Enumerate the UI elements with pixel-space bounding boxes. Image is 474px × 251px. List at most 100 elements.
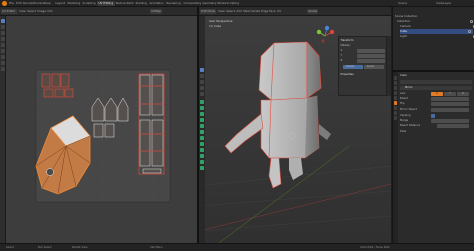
rip-tool-icon[interactable] bbox=[199, 166, 205, 171]
properties-editor: Cube Mirror Axis X Y Z Bisect Flip Mirro… bbox=[392, 70, 474, 243]
mirror-object-field[interactable] bbox=[431, 108, 469, 112]
rotate-3d-tool-icon[interactable] bbox=[199, 86, 205, 91]
blender-logo-icon[interactable] bbox=[1, 1, 7, 6]
add-modifier-button[interactable] bbox=[400, 80, 472, 84]
rotate-tool-icon[interactable] bbox=[0, 37, 6, 42]
outliner-row-selected[interactable]: Cube bbox=[400, 29, 473, 34]
render-tab-icon[interactable] bbox=[393, 81, 398, 85]
active-object-label: (1) Cube bbox=[209, 23, 222, 28]
transform-panel-title[interactable]: Transform bbox=[341, 39, 354, 43]
uv-editor-header: UV Editor View Select Image UVs UVMap bbox=[0, 7, 197, 16]
tab-modeling[interactable]: Modeling bbox=[66, 1, 82, 6]
view-name-label: User Perspective bbox=[209, 19, 233, 23]
transform-orientation-selector[interactable]: Global bbox=[307, 9, 319, 14]
tab-layout[interactable]: Layout bbox=[54, 1, 67, 6]
y-field[interactable] bbox=[357, 54, 385, 58]
smooth-tool-icon[interactable] bbox=[199, 142, 205, 147]
outliner-label: Collection bbox=[397, 19, 411, 23]
merge-distance-field[interactable] bbox=[431, 119, 469, 123]
modifier-tab-icon[interactable] bbox=[393, 101, 398, 105]
object-tab-icon[interactable] bbox=[393, 96, 398, 100]
knife-tool-icon[interactable] bbox=[199, 124, 205, 129]
menu-edit[interactable]: Edit bbox=[16, 1, 22, 5]
physics-tab-icon[interactable] bbox=[393, 106, 398, 110]
relax-tool-icon[interactable] bbox=[0, 67, 6, 72]
bisect-distance-label: Bisect Distance bbox=[400, 124, 421, 127]
tab-sculpting[interactable]: Sculpting bbox=[81, 1, 97, 6]
tool-tab-icon[interactable] bbox=[393, 76, 398, 80]
outliner-row[interactable]: Scene Collection bbox=[395, 14, 473, 19]
menu-help[interactable]: Help bbox=[44, 1, 51, 5]
properties-object-name: Cube bbox=[400, 74, 407, 77]
axis-x-label: X bbox=[436, 92, 438, 95]
select-tool-icon[interactable] bbox=[199, 68, 205, 73]
material-tab-icon[interactable] bbox=[393, 116, 398, 120]
inset-tool-icon[interactable] bbox=[199, 106, 205, 111]
uv-layout-drawing bbox=[35, 69, 171, 203]
scale-tool-icon[interactable] bbox=[0, 43, 6, 48]
tab-animation[interactable]: Animation bbox=[148, 1, 165, 6]
uv-canvas[interactable] bbox=[6, 16, 197, 243]
tab-uv-editing[interactable]: UV Editing bbox=[97, 0, 115, 6]
sidebar-n-panel: Transform Median: X Y Z Global Local Pro… bbox=[338, 36, 387, 96]
eye-icon[interactable] bbox=[470, 20, 473, 23]
shrink-tool-icon[interactable] bbox=[199, 154, 205, 159]
cursor-place-tool-icon[interactable] bbox=[199, 74, 205, 79]
shear-tool-icon[interactable] bbox=[199, 160, 205, 165]
outliner-label: Scene Collection bbox=[395, 14, 418, 18]
tab-geometry-nodes[interactable]: Geometry Nodes bbox=[201, 1, 228, 6]
grab-tool-icon[interactable] bbox=[0, 61, 6, 66]
outliner-row[interactable]: Collection bbox=[397, 19, 474, 24]
move-3d-tool-icon[interactable] bbox=[199, 80, 205, 85]
transform-tool-icon[interactable] bbox=[0, 49, 6, 54]
flip-label: Flip bbox=[400, 102, 405, 105]
tab-compositing[interactable]: Compositing bbox=[182, 1, 203, 6]
loop-cut-tool-icon[interactable] bbox=[199, 118, 205, 123]
modifier-name[interactable]: Mirror bbox=[405, 86, 413, 90]
local-label: Local bbox=[367, 65, 374, 68]
annotate-tool-icon[interactable] bbox=[0, 55, 6, 60]
poly-build-tool-icon[interactable] bbox=[199, 130, 205, 135]
menu-file[interactable]: File bbox=[9, 1, 14, 5]
status-rotate-hint: Rotate View bbox=[72, 246, 88, 249]
n-panel-tabs[interactable] bbox=[387, 36, 391, 96]
data-section-label[interactable]: Data bbox=[400, 130, 406, 134]
spin-tool-icon[interactable] bbox=[199, 136, 205, 141]
bisect-toggles[interactable] bbox=[431, 97, 469, 101]
clipping-checkbox[interactable] bbox=[431, 114, 435, 118]
tab-rendering[interactable]: Rendering bbox=[165, 1, 182, 6]
tab-shading[interactable]: Shading bbox=[134, 1, 148, 6]
bevel-tool-icon[interactable] bbox=[199, 112, 205, 117]
viewport-toolbar bbox=[199, 16, 205, 243]
scene-tab-icon[interactable] bbox=[393, 91, 398, 95]
properties-section-title[interactable]: Properties bbox=[341, 73, 354, 77]
view-layer-selector[interactable]: ViewLayer bbox=[436, 1, 451, 5]
bisect-label: Bisect bbox=[400, 97, 408, 100]
top-bar: File Edit Render Window Help Layout Mode… bbox=[0, 0, 474, 7]
tab-texture-paint[interactable]: Texture Paint bbox=[114, 1, 135, 6]
scale-3d-tool-icon[interactable] bbox=[199, 92, 205, 97]
uv-menu-uvs[interactable]: UVs bbox=[46, 9, 54, 14]
x-field[interactable] bbox=[357, 49, 385, 53]
cursor-tool-icon[interactable] bbox=[0, 25, 6, 30]
median-label: Median: bbox=[340, 44, 351, 47]
edge-slide-tool-icon[interactable] bbox=[199, 148, 205, 153]
uv-map-selector[interactable]: UVMap bbox=[150, 9, 163, 14]
extrude-tool-icon[interactable] bbox=[199, 100, 205, 105]
move-tool-icon[interactable] bbox=[0, 31, 6, 36]
tab-scripting[interactable]: Scripting bbox=[225, 1, 240, 6]
bisect-distance-field[interactable] bbox=[437, 124, 469, 128]
vp-menu-uv[interactable]: UV bbox=[276, 9, 282, 14]
data-tab-icon[interactable] bbox=[393, 111, 398, 115]
scene-selector[interactable]: Scene bbox=[398, 1, 407, 5]
flip-toggles[interactable] bbox=[431, 102, 469, 106]
outliner: Scene Collection Collection Camera Cube … bbox=[392, 7, 474, 70]
z-field[interactable] bbox=[357, 59, 385, 63]
outliner-row[interactable]: Light bbox=[400, 34, 474, 39]
select-box-tool-icon[interactable] bbox=[0, 19, 6, 24]
object-mode-selector[interactable]: Edit Mode bbox=[200, 9, 217, 14]
outliner-row[interactable]: Camera bbox=[400, 24, 474, 29]
uv-editor-type-button[interactable]: UV Editor bbox=[1, 9, 17, 14]
output-tab-icon[interactable] bbox=[393, 86, 398, 90]
eye-icon[interactable] bbox=[468, 30, 471, 33]
